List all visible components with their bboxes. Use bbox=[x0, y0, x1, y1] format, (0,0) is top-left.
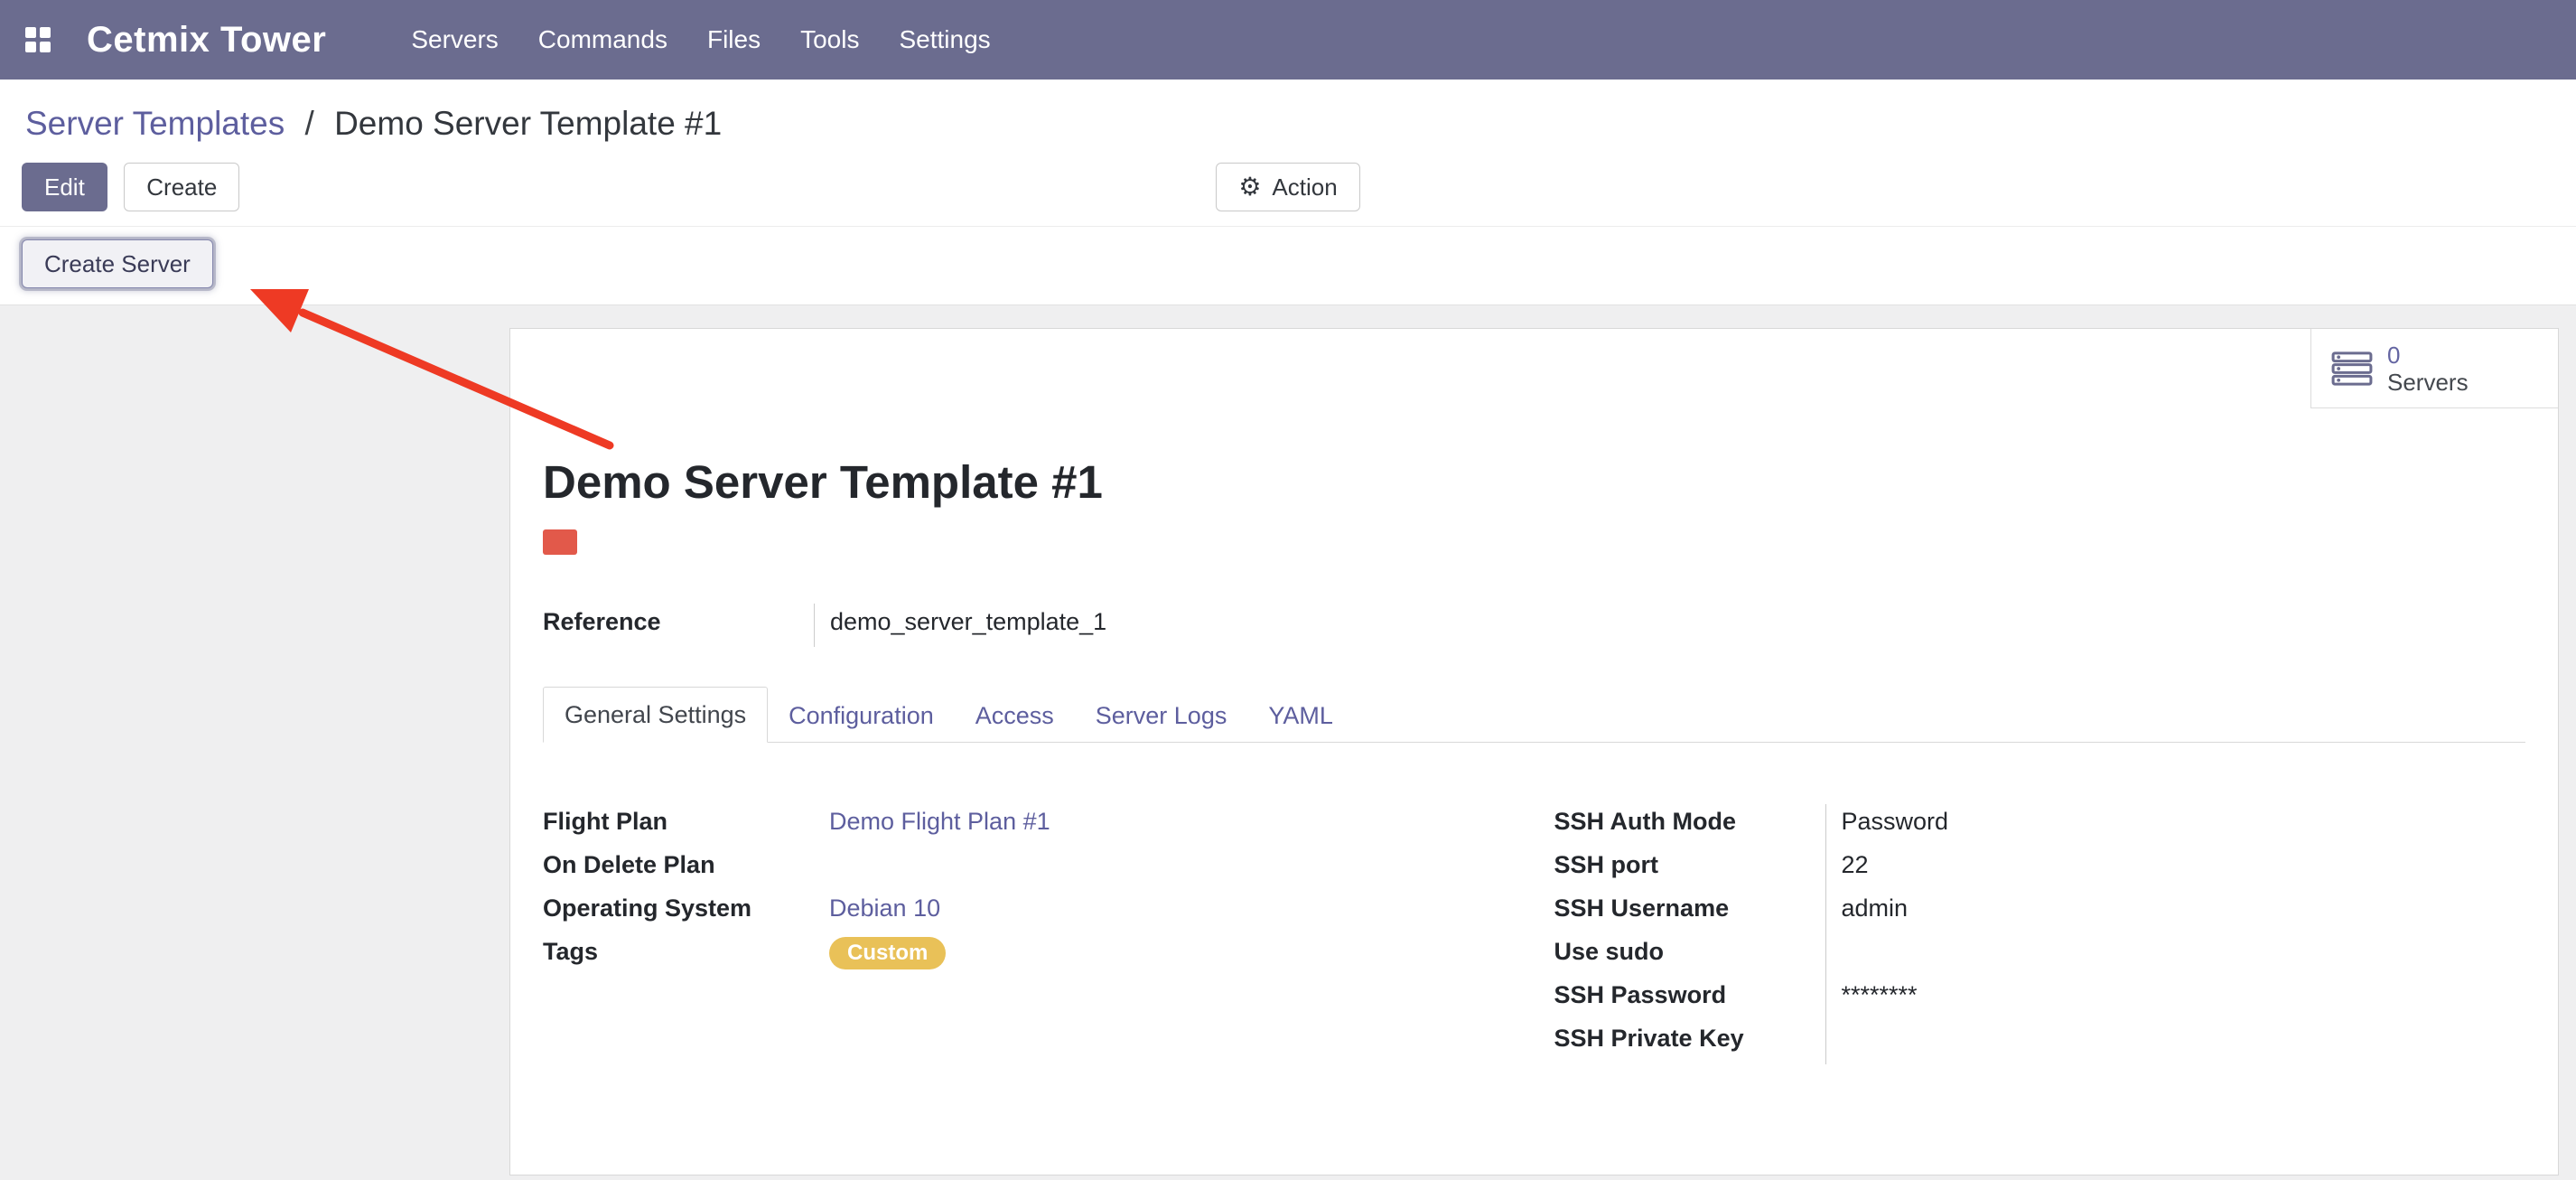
left-field-group: Flight Plan Demo Flight Plan #1 On Delet… bbox=[543, 804, 1515, 1064]
ssh-password-value: ******** bbox=[1825, 978, 2526, 1021]
ssh-auth-mode-value: Password bbox=[1825, 804, 2526, 848]
tab-yaml[interactable]: YAML bbox=[1247, 688, 1354, 743]
field-row-ssh-auth-mode: SSH Auth Mode Password bbox=[1554, 804, 2526, 848]
apps-grid-square bbox=[40, 27, 51, 38]
field-row-operating-system: Operating System Debian 10 bbox=[543, 891, 1515, 934]
tags-label: Tags bbox=[543, 934, 814, 978]
edit-button[interactable]: Edit bbox=[22, 163, 107, 211]
ssh-password-label: SSH Password bbox=[1554, 978, 1825, 1021]
servers-stat-text: 0 Servers bbox=[2387, 342, 2469, 396]
form-statusbar: Edit Create ⚙ Action bbox=[0, 150, 2576, 227]
tab-configuration[interactable]: Configuration bbox=[768, 688, 955, 743]
form-sheet-card: 0 Servers Demo Server Template #1 Refere… bbox=[509, 328, 2559, 1175]
create-server-row: Create Server bbox=[0, 227, 2576, 305]
tab-server-logs[interactable]: Server Logs bbox=[1075, 688, 1248, 743]
field-row-ssh-private-key: SSH Private Key bbox=[1554, 1021, 2526, 1064]
nav-item-files[interactable]: Files bbox=[687, 25, 780, 54]
breadcrumb-server-templates-link[interactable]: Server Templates bbox=[25, 105, 285, 142]
field-row-tags: Tags Custom bbox=[543, 934, 1515, 978]
sheet-body: Demo Server Template #1 Reference demo_s… bbox=[510, 329, 2558, 1064]
right-field-group: SSH Auth Mode Password SSH port 22 SSH U… bbox=[1554, 804, 2526, 1064]
apps-grid-square bbox=[40, 42, 51, 52]
create-server-button[interactable]: Create Server bbox=[22, 239, 213, 288]
reference-row: Reference demo_server_template_1 bbox=[543, 604, 2525, 647]
notebook-tabs: General Settings Configuration Access Se… bbox=[543, 687, 2525, 743]
field-row-ssh-username: SSH Username admin bbox=[1554, 891, 2526, 934]
ssh-private-key-label: SSH Private Key bbox=[1554, 1021, 1825, 1064]
top-navbar: Cetmix Tower Servers Commands Files Tool… bbox=[0, 0, 2576, 80]
gear-icon: ⚙ bbox=[1238, 175, 1261, 199]
servers-count: 0 bbox=[2387, 342, 2469, 369]
app-brand[interactable]: Cetmix Tower bbox=[87, 20, 326, 61]
use-sudo-value[interactable] bbox=[1825, 934, 2526, 978]
ssh-port-value: 22 bbox=[1825, 848, 2526, 891]
field-row-ssh-port: SSH port 22 bbox=[1554, 848, 2526, 891]
reference-value: demo_server_template_1 bbox=[814, 604, 1106, 647]
ssh-username-label: SSH Username bbox=[1554, 891, 1825, 934]
servers-stat-button[interactable]: 0 Servers bbox=[2310, 329, 2558, 408]
on-delete-plan-value[interactable] bbox=[814, 848, 1515, 891]
tab-access[interactable]: Access bbox=[955, 688, 1075, 743]
apps-grid-square bbox=[25, 27, 36, 38]
field-row-on-delete-plan: On Delete Plan bbox=[543, 848, 1515, 891]
nav-item-settings[interactable]: Settings bbox=[879, 25, 1010, 54]
breadcrumb: Server Templates / Demo Server Template … bbox=[0, 80, 2576, 150]
tag-badge-custom[interactable]: Custom bbox=[829, 937, 946, 969]
field-groups: Flight Plan Demo Flight Plan #1 On Delet… bbox=[543, 804, 2525, 1064]
content-area: 0 Servers Demo Server Template #1 Refere… bbox=[0, 305, 2576, 1180]
operating-system-link[interactable]: Debian 10 bbox=[829, 894, 940, 922]
statusbar-left-buttons: Edit Create bbox=[22, 163, 1216, 211]
field-row-flight-plan: Flight Plan Demo Flight Plan #1 bbox=[543, 804, 1515, 848]
action-button[interactable]: ⚙ Action bbox=[1216, 163, 1359, 211]
breadcrumb-separator: / bbox=[305, 105, 314, 142]
action-button-label: Action bbox=[1272, 173, 1337, 201]
field-row-ssh-password: SSH Password ******** bbox=[1554, 978, 2526, 1021]
create-button[interactable]: Create bbox=[124, 163, 239, 211]
breadcrumb-current-record: Demo Server Template #1 bbox=[334, 105, 722, 142]
field-row-use-sudo: Use sudo bbox=[1554, 934, 2526, 978]
main-menu: Servers Commands Files Tools Settings bbox=[391, 25, 1010, 54]
operating-system-label: Operating System bbox=[543, 891, 814, 934]
record-title: Demo Server Template #1 bbox=[543, 455, 2525, 510]
color-picker-swatch[interactable] bbox=[543, 529, 577, 555]
nav-item-servers[interactable]: Servers bbox=[391, 25, 518, 54]
apps-grid-square bbox=[25, 42, 36, 52]
reference-label: Reference bbox=[543, 604, 814, 647]
ssh-auth-mode-label: SSH Auth Mode bbox=[1554, 804, 1825, 848]
servers-stack-icon bbox=[2331, 351, 2373, 386]
use-sudo-label: Use sudo bbox=[1554, 934, 1825, 978]
on-delete-plan-label: On Delete Plan bbox=[543, 848, 814, 891]
servers-stat-label: Servers bbox=[2387, 369, 2469, 396]
nav-item-tools[interactable]: Tools bbox=[780, 25, 879, 54]
apps-grid-icon[interactable] bbox=[25, 27, 51, 52]
tab-general-settings[interactable]: General Settings bbox=[543, 687, 768, 743]
flight-plan-link[interactable]: Demo Flight Plan #1 bbox=[829, 808, 1050, 835]
nav-item-commands[interactable]: Commands bbox=[518, 25, 687, 54]
ssh-private-key-value bbox=[1825, 1021, 2526, 1064]
ssh-port-label: SSH port bbox=[1554, 848, 1825, 891]
flight-plan-label: Flight Plan bbox=[543, 804, 814, 848]
ssh-username-value: admin bbox=[1825, 891, 2526, 934]
